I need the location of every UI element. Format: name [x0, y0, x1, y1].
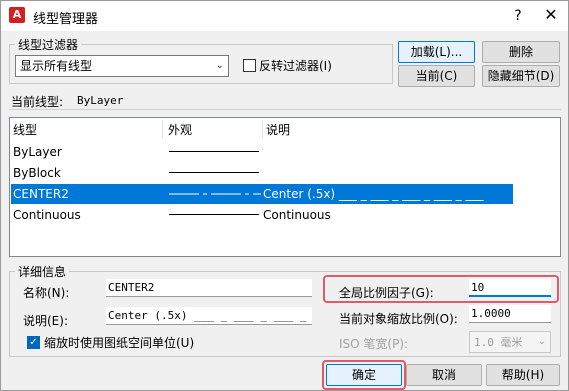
- description-label: 说明(E):: [23, 314, 68, 328]
- window-title: 线型管理器: [33, 12, 99, 27]
- filter-group-label: 线型过滤器: [15, 36, 82, 53]
- linetype-preview-solid: [169, 214, 259, 215]
- current-scale-input[interactable]: 1.0000: [469, 305, 551, 323]
- help-question-icon[interactable]: ?: [508, 6, 528, 26]
- table-row[interactable]: ByLayer: [11, 142, 513, 162]
- linetype-manager-dialog: A 线型管理器 ? ✕ 线型过滤器 显示所有线型 ⌄ 反转过滤器(I) 加载(L…: [0, 0, 569, 391]
- linetype-preview-solid: [169, 151, 259, 152]
- column-header-appearance[interactable]: 外观: [168, 120, 192, 140]
- current-linetype-value: ByLayer: [77, 94, 124, 107]
- invert-filter-label: 反转过滤器(I): [259, 59, 332, 73]
- column-header-description[interactable]: 说明: [266, 120, 290, 140]
- details-group-label: 详细信息: [15, 263, 70, 280]
- cancel-button[interactable]: 取消: [406, 364, 482, 386]
- filter-dropdown[interactable]: 显示所有线型 ⌄: [15, 55, 229, 77]
- title-bar: A 线型管理器 ? ✕: [1, 1, 568, 31]
- linetype-table: 线型 外观 说明 ByLayer ByBlock CENTER2 Center …: [9, 117, 561, 257]
- linetype-description: Center (.5x) ___ _ ___ _ ___ _ ___ _ ___: [263, 187, 484, 201]
- column-header-linetype[interactable]: 线型: [13, 120, 37, 140]
- table-row[interactable]: Continuous Continuous: [11, 205, 513, 225]
- iso-pen-width-value: 1.0 毫米: [474, 336, 523, 349]
- linetype-name: Continuous: [13, 208, 81, 222]
- linetype-preview-center: [169, 193, 261, 195]
- highlight-outline-global-scale: [323, 275, 559, 303]
- current-scale-label: 当前对象缩放比例(O):: [339, 312, 458, 326]
- linetype-name: ByBlock: [13, 166, 61, 180]
- current-linetype-label: 当前线型:: [11, 95, 64, 109]
- linetype-name: ByLayer: [13, 145, 62, 159]
- iso-pen-width-label: ISO 笔宽(P):: [339, 337, 409, 351]
- highlight-outline-ok: [322, 360, 406, 390]
- table-row-selected[interactable]: CENTER2 Center (.5x) ___ _ ___ _ ___ _ _…: [11, 184, 513, 204]
- set-current-button[interactable]: 当前(C): [398, 65, 475, 87]
- chevron-down-icon: ⌄: [215, 60, 224, 71]
- filter-dropdown-value: 显示所有线型: [20, 59, 93, 73]
- help-button[interactable]: 帮助(H): [486, 364, 560, 386]
- close-icon[interactable]: ✕: [541, 5, 561, 25]
- divider: [9, 109, 561, 110]
- iso-pen-width-dropdown[interactable]: 1.0 毫米 ⌄: [469, 331, 551, 353]
- column-separator: [262, 120, 263, 138]
- paperspace-units-checkbox[interactable]: ✓: [27, 336, 40, 349]
- chevron-down-icon: ⌄: [537, 336, 546, 347]
- hide-details-button[interactable]: 隐藏细节(D): [482, 65, 560, 87]
- paperspace-units-label: 缩放时使用图纸空间单位(U): [44, 336, 195, 350]
- column-separator: [162, 120, 163, 138]
- load-button[interactable]: 加载(L)...: [398, 41, 475, 63]
- table-row[interactable]: ByBlock: [11, 163, 513, 183]
- linetype-preview-solid: [169, 172, 259, 173]
- name-label: 名称(N):: [23, 286, 70, 300]
- description-field[interactable]: Center (.5x) ___ _ ___ _ ___ _: [106, 307, 312, 325]
- name-field[interactable]: CENTER2: [106, 279, 312, 297]
- delete-button[interactable]: 删除: [482, 41, 560, 63]
- linetype-description: Continuous: [263, 208, 331, 222]
- invert-filter-checkbox[interactable]: [243, 59, 256, 72]
- autocad-logo-icon: A: [9, 7, 25, 23]
- linetype-name: CENTER2: [13, 187, 69, 201]
